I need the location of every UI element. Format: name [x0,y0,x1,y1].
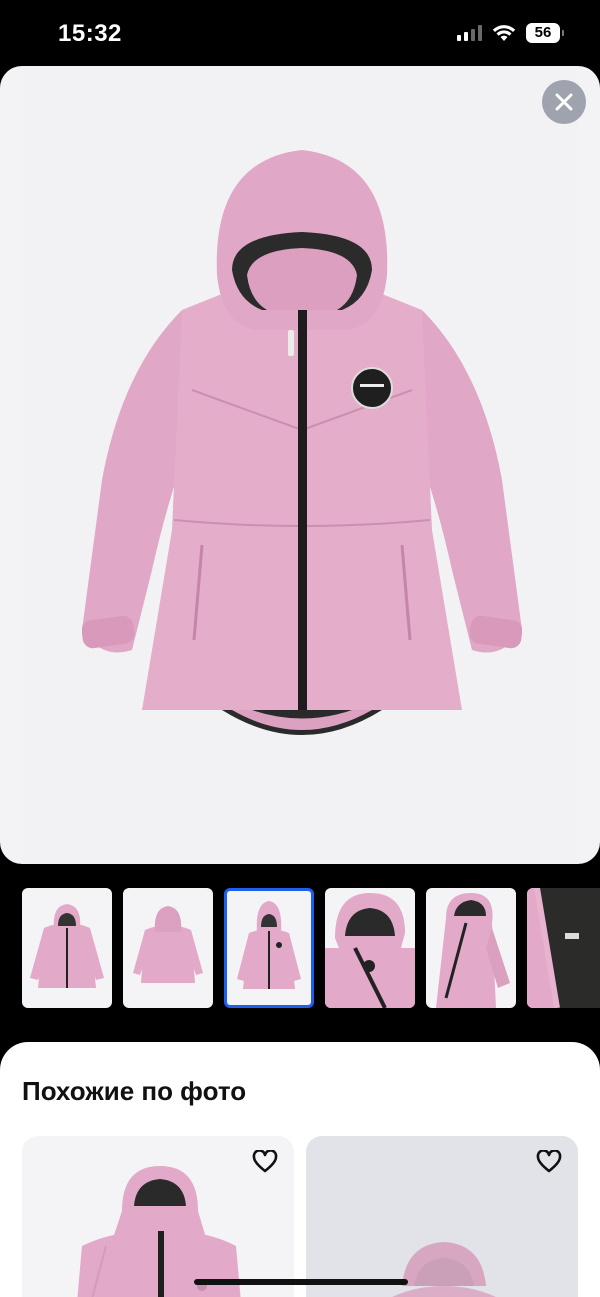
pink-jacket-image [82,150,522,735]
wifi-icon [492,25,516,41]
status-bar: 15:32 56 [0,0,600,66]
jacket-lining-thumbnail [527,888,600,1008]
battery-indicator: 56 [526,23,564,43]
home-indicator[interactable] [194,1279,408,1285]
cellular-signal-icon [457,25,482,41]
thumbnail-2[interactable] [123,888,213,1008]
close-icon [555,93,573,111]
similar-products-sheet[interactable]: Похожие по фото [0,1042,600,1297]
thumbnail-4[interactable] [325,888,415,1008]
jacket-hood-detail-thumbnail [325,893,415,1008]
similar-by-photo-title: Похожие по фото [22,1076,247,1106]
thumbnail-3[interactable] [224,888,314,1008]
jacket-front-thumbnail [237,901,301,989]
thumbnail-strip[interactable] [22,888,600,1010]
similar-product-card-2[interactable] [306,1136,578,1297]
thumbnail-6[interactable] [527,888,600,1008]
product-photo[interactable] [22,66,578,864]
thumbnail-5[interactable] [426,888,516,1008]
close-button[interactable] [542,80,586,124]
jacket-back-thumbnail [133,906,203,983]
product-photo-viewer[interactable] [0,66,600,864]
heart-icon[interactable] [252,1150,278,1174]
similar-product-card-1[interactable] [22,1136,294,1297]
status-time: 15:32 [58,20,122,47]
jacket-front-open-thumbnail [30,904,104,988]
thumbnail-1[interactable] [22,888,112,1008]
jacket-side-thumbnail [436,893,510,1008]
heart-icon[interactable] [536,1150,562,1174]
status-indicators: 56 [457,23,564,43]
